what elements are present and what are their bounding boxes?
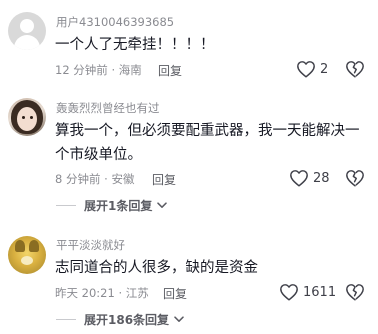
dislike-button[interactable] (345, 283, 365, 305)
user-silhouette-icon (20, 19, 34, 33)
broken-heart-icon (346, 284, 364, 301)
heart-icon (280, 284, 298, 301)
avatar[interactable] (8, 98, 46, 136)
expand-replies-label: 展开1条回复 (84, 199, 153, 213)
dislike-button[interactable] (345, 60, 365, 82)
like-button[interactable]: 2 (296, 60, 328, 78)
divider (56, 205, 76, 206)
comment-text: 志同道合的人很多，缺的是资金 (55, 260, 258, 276)
broken-heart-icon (346, 170, 364, 187)
reply-button[interactable]: 回复 (163, 285, 187, 302)
comment-item: 平平淡淡就好 志同道合的人很多，缺的是资金 昨天 20:21 · 江苏 回复 1… (0, 228, 378, 334)
comment-item: 用户4310046393685 一个人了无牵挂！！！！ 12 分钟前 · 海南 … (0, 0, 378, 92)
comment-text: 一个人了无牵挂！！！！ (55, 37, 215, 53)
reply-button[interactable]: 回复 (158, 62, 182, 79)
comment-username[interactable]: 平平淡淡就好 (56, 237, 125, 253)
like-count: 2 (320, 61, 329, 77)
divider (56, 319, 76, 320)
heart-icon (290, 170, 308, 187)
comment-item: 轰轰烈烈曾经也有过 算我一个，但必须要配重武器，我一天能解决一个市级单位。 8 … (0, 92, 378, 220)
comment-meta: 8 分钟前 · 安徽 (55, 172, 135, 186)
like-count: 1611 (303, 284, 337, 300)
broken-heart-icon (346, 61, 364, 78)
expand-replies-label: 展开186条回复 (84, 313, 170, 327)
like-button[interactable]: 28 (289, 169, 330, 187)
avatar[interactable] (8, 12, 46, 50)
avatar[interactable] (8, 236, 46, 274)
comment-username[interactable]: 轰轰烈烈曾经也有过 (56, 100, 160, 116)
reply-button[interactable]: 回复 (152, 171, 176, 188)
like-count: 28 (313, 170, 330, 186)
like-button[interactable]: 1611 (279, 283, 336, 301)
chevron-down-icon (157, 202, 168, 208)
expand-replies-button[interactable]: 展开186条回复 (56, 311, 184, 328)
expand-replies-button[interactable]: 展开1条回复 (56, 197, 168, 214)
heart-icon (297, 61, 315, 78)
comment-username[interactable]: 用户4310046393685 (56, 14, 174, 30)
dislike-button[interactable] (345, 169, 365, 191)
comment-meta: 12 分钟前 · 海南 (55, 63, 142, 77)
comment-meta: 昨天 20:21 · 江苏 (55, 286, 149, 300)
chevron-down-icon (174, 316, 184, 322)
comment-text: 算我一个，但必须要配重武器，我一天能解决一个市级单位。 (55, 123, 360, 163)
